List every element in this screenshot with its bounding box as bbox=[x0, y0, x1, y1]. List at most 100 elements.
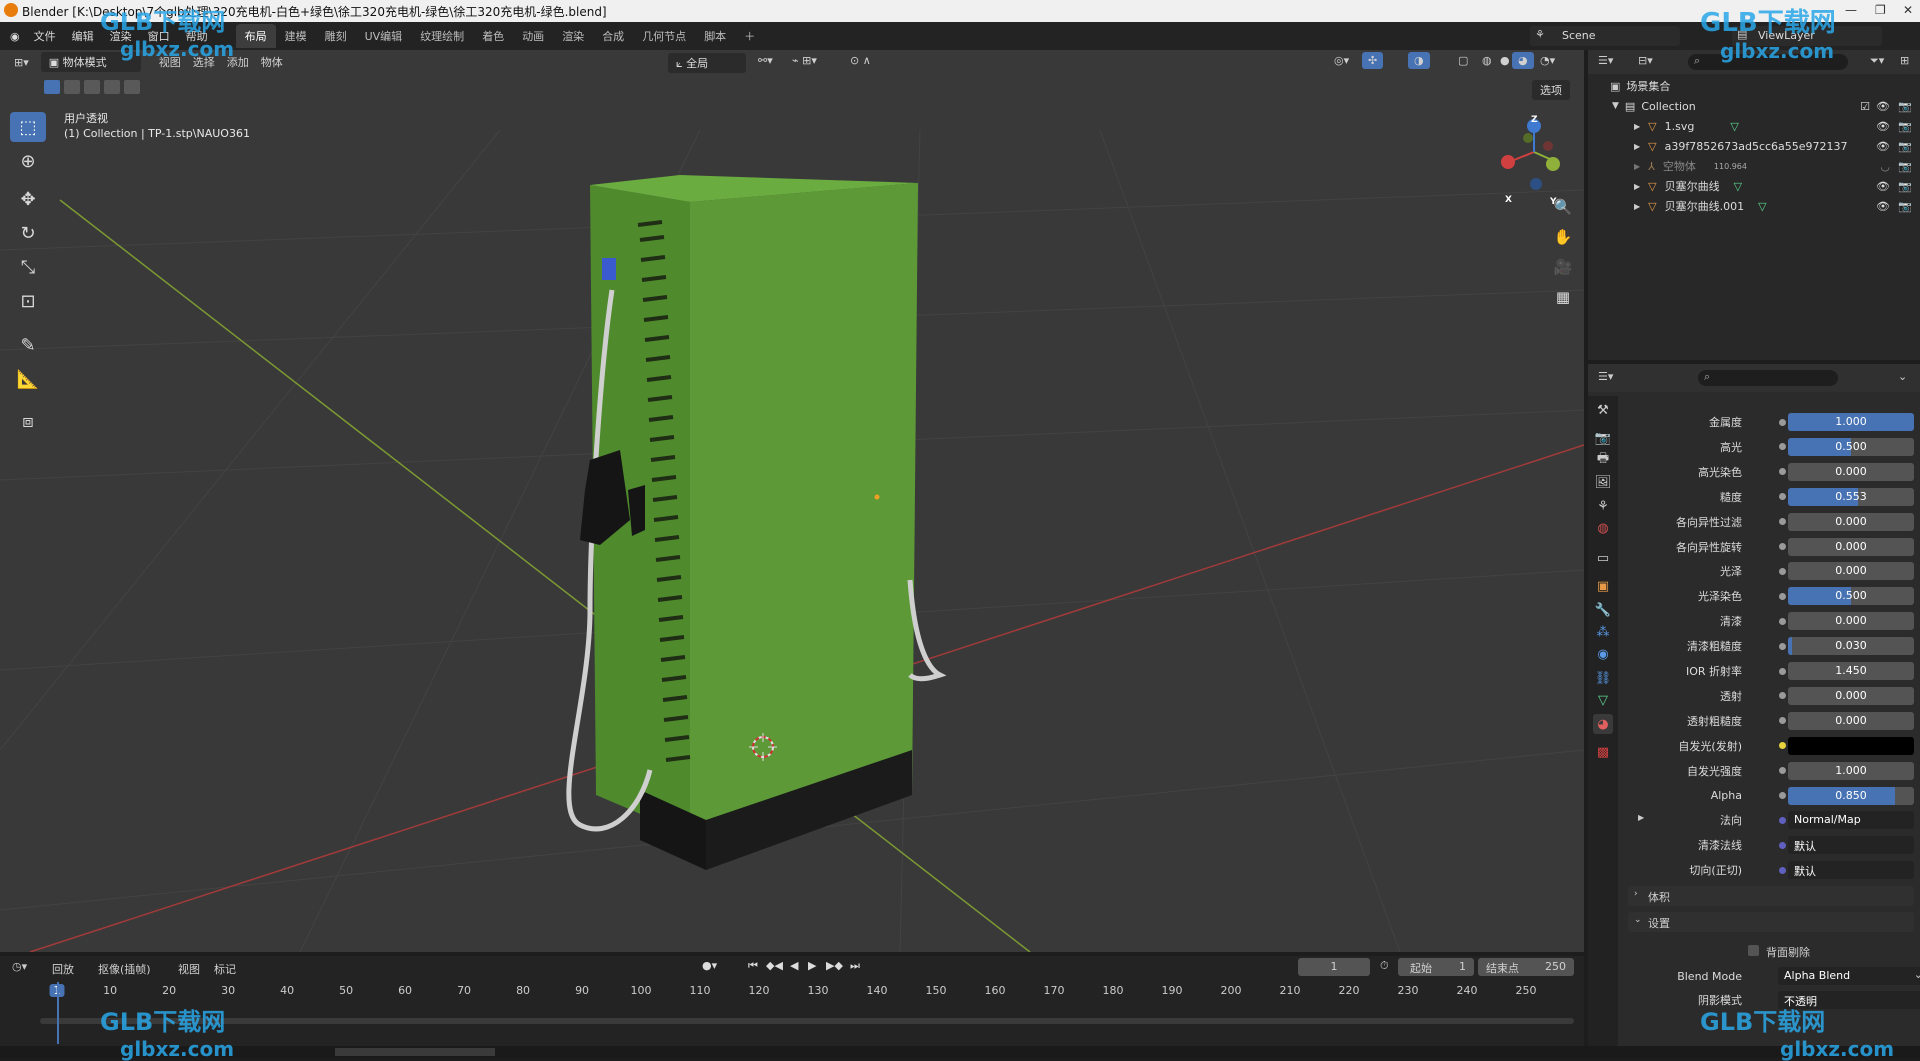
visibility-icon[interactable]: ◎▾ bbox=[1328, 52, 1355, 69]
socket-dot-icon[interactable] bbox=[1779, 742, 1786, 750]
maximize-icon[interactable]: ❐ bbox=[1875, 3, 1886, 17]
select-extend-icon[interactable] bbox=[64, 80, 80, 94]
render-camera-icon[interactable]: 📷 bbox=[1898, 100, 1912, 113]
render-camera-icon[interactable]: 📷 bbox=[1898, 120, 1912, 133]
prev-keyframe-icon[interactable]: ◆◀ bbox=[766, 959, 783, 972]
outliner-editor-icon[interactable]: ☰▾ bbox=[1598, 54, 1613, 67]
expand-arrow-icon[interactable]: ▶ bbox=[1638, 813, 1644, 822]
annotate-tool-icon[interactable]: ✎ bbox=[10, 330, 46, 360]
view-layer-tab-icon[interactable]: 🖼 bbox=[1593, 472, 1613, 492]
rendered-shading-icon[interactable]: ◔▾ bbox=[1534, 52, 1561, 69]
render-camera-icon[interactable]: 📷 bbox=[1898, 160, 1912, 173]
navigation-gizmo[interactable] bbox=[1501, 119, 1560, 190]
overlay-toggle-icon[interactable]: ◑ bbox=[1408, 52, 1430, 69]
tab-modeling[interactable]: 建模 bbox=[276, 24, 316, 48]
stopwatch-icon[interactable]: ⏱ bbox=[1380, 959, 1389, 973]
menu-playback[interactable]: 回放 bbox=[46, 959, 80, 979]
property-field[interactable]: 0.000 bbox=[1788, 562, 1914, 581]
transform-tool-icon[interactable]: ⊡ bbox=[10, 286, 46, 316]
render-camera-icon[interactable]: 📷 bbox=[1898, 140, 1912, 153]
particles-tab-icon[interactable]: ⁂ bbox=[1593, 622, 1613, 642]
property-field[interactable]: 0.000 bbox=[1788, 612, 1914, 631]
property-field[interactable]: 0.500 bbox=[1788, 587, 1914, 606]
select-new-icon[interactable] bbox=[44, 80, 60, 94]
new-collection-icon[interactable]: ⊞ bbox=[1900, 54, 1909, 67]
modifier-tab-icon[interactable]: 🔧 bbox=[1593, 600, 1613, 620]
cursor-tool-icon[interactable]: ⊕ bbox=[10, 146, 46, 176]
data-tab-icon[interactable]: ▽ bbox=[1593, 690, 1613, 710]
select-invert-icon[interactable] bbox=[104, 80, 120, 94]
outliner-item[interactable]: ▶ ▽ 1.svg ▽ 👁 📷 bbox=[1588, 116, 1920, 136]
material-shading-icon[interactable]: ◕ bbox=[1512, 52, 1534, 69]
tab-shading[interactable]: 着色 bbox=[473, 24, 513, 48]
blender-menu-icon[interactable]: ◉ bbox=[10, 30, 20, 43]
output-tab-icon[interactable]: 🖶 bbox=[1593, 450, 1613, 470]
property-field[interactable]: 0.850 bbox=[1788, 786, 1914, 805]
eye-icon[interactable]: 👁 bbox=[1876, 180, 1890, 193]
snap-icon[interactable]: ⌁ ⊞▾ bbox=[786, 52, 823, 69]
timeline-editor-icon[interactable]: ◷▾ bbox=[12, 960, 27, 973]
gizmo-toggle-icon[interactable]: ✣ bbox=[1362, 52, 1384, 69]
constraints-tab-icon[interactable]: ⛓ bbox=[1593, 668, 1613, 688]
menu-marker[interactable]: 标记 bbox=[208, 959, 242, 979]
socket-dot-icon[interactable] bbox=[1779, 468, 1786, 476]
expand-arrow-icon[interactable]: ▶ bbox=[1634, 122, 1640, 131]
render-tab-icon[interactable]: 📷 bbox=[1593, 428, 1613, 448]
property-field[interactable]: 0.030 bbox=[1788, 637, 1914, 656]
viewport-scene[interactable] bbox=[0, 50, 1584, 952]
property-field[interactable]: 0.500 bbox=[1788, 437, 1914, 456]
socket-dot-icon[interactable] bbox=[1779, 617, 1786, 625]
start-frame-field[interactable]: 起始 1 bbox=[1398, 958, 1474, 976]
menu-object[interactable]: 物体 bbox=[255, 52, 289, 72]
menu-keying[interactable]: 抠像(插帧) bbox=[92, 959, 157, 979]
socket-dot-icon[interactable] bbox=[1779, 567, 1786, 575]
outliner-collection[interactable]: ▼ ▤ Collection ☑ 👁 📷 bbox=[1588, 96, 1920, 116]
select-intersect-icon[interactable] bbox=[124, 80, 140, 94]
outliner-item[interactable]: ▶ ▽ 贝塞尔曲线.001 ▽ 👁 📷 bbox=[1588, 196, 1920, 216]
tab-uv-editing[interactable]: UV编辑 bbox=[356, 24, 412, 48]
outliner-item[interactable]: ▶ ⅄ 空物体 110.964 ◡ 📷 bbox=[1588, 156, 1920, 176]
physics-tab-icon[interactable]: ◉ bbox=[1593, 644, 1613, 664]
pan-hand-icon[interactable]: ✋ bbox=[1550, 224, 1576, 250]
blend-mode-select[interactable]: Alpha Blend ⌄ bbox=[1778, 967, 1920, 985]
property-field[interactable]: 0.553 bbox=[1788, 487, 1914, 506]
property-field[interactable]: 0.000 bbox=[1788, 512, 1914, 531]
property-field[interactable]: 0.000 bbox=[1788, 462, 1914, 481]
add-workspace-icon[interactable]: ＋ bbox=[735, 24, 764, 48]
tab-rendering[interactable]: 渲染 bbox=[553, 24, 593, 48]
measure-tool-icon[interactable]: 📐 bbox=[10, 364, 46, 394]
move-tool-icon[interactable]: ✥ bbox=[10, 184, 46, 214]
render-camera-icon[interactable]: 📷 bbox=[1898, 200, 1912, 213]
tab-sculpting[interactable]: 雕刻 bbox=[316, 24, 356, 48]
select-subtract-icon[interactable] bbox=[84, 80, 100, 94]
proportional-edit-icon[interactable]: ⊙ ∧ bbox=[844, 52, 877, 69]
rotate-tool-icon[interactable]: ↻ bbox=[10, 218, 46, 248]
select-mode-buttons[interactable] bbox=[44, 80, 140, 96]
property-field[interactable]: 1.000 bbox=[1788, 761, 1914, 780]
scene-tab-icon[interactable]: ⚘ bbox=[1593, 496, 1613, 516]
socket-dot-icon[interactable] bbox=[1779, 841, 1786, 849]
tab-animation[interactable]: 动画 bbox=[513, 24, 553, 48]
close-icon[interactable]: ✕ bbox=[1903, 3, 1913, 17]
socket-dot-icon[interactable] bbox=[1779, 667, 1786, 675]
xray-icon[interactable]: ▢ bbox=[1452, 52, 1474, 69]
outliner-item[interactable]: ▶ ▽ 贝塞尔曲线 ▽ 👁 📷 bbox=[1588, 176, 1920, 196]
properties-search-input[interactable]: ⌕ bbox=[1698, 370, 1838, 386]
charger-model[interactable] bbox=[566, 175, 947, 870]
play-icon[interactable]: ▶ bbox=[808, 959, 816, 972]
expand-arrow-icon[interactable]: ▼ bbox=[1612, 101, 1619, 111]
expand-arrow-icon[interactable]: ▶ bbox=[1634, 182, 1640, 191]
tab-geometry-nodes[interactable]: 几何节点 bbox=[633, 24, 695, 48]
minimize-icon[interactable]: — bbox=[1845, 3, 1857, 17]
zoom-icon[interactable]: 🔍 bbox=[1550, 194, 1576, 220]
socket-dot-icon[interactable] bbox=[1779, 418, 1786, 426]
eye-icon[interactable]: 👁 bbox=[1876, 200, 1890, 213]
property-field[interactable]: 1.000 bbox=[1788, 413, 1914, 431]
color-swatch[interactable] bbox=[1788, 736, 1914, 755]
menu-view[interactable]: 视图 bbox=[172, 959, 206, 979]
options-dropdown[interactable]: 选项 bbox=[1532, 80, 1570, 100]
chevron-down-icon[interactable]: ⌄ bbox=[1898, 370, 1907, 383]
camera-view-icon[interactable]: 🎥 bbox=[1550, 254, 1576, 280]
socket-dot-icon[interactable] bbox=[1779, 518, 1786, 526]
expand-arrow-icon[interactable]: ▶ bbox=[1634, 162, 1640, 171]
